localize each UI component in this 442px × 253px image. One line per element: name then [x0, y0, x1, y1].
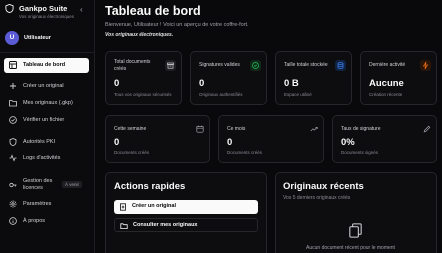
sidebar-item-label: À propos: [23, 218, 46, 224]
stat-value: 0: [227, 137, 233, 148]
stat-label: Taux de signature: [341, 126, 381, 132]
sidebar-item-settings[interactable]: Paramètres: [4, 197, 89, 212]
check-circle-icon: [250, 60, 261, 71]
sidebar-item-pki[interactable]: Autorités PKI: [4, 135, 89, 150]
stat-label: Cette semaine: [114, 126, 147, 132]
sidebar-item-dashboard[interactable]: Tableau de bord: [4, 58, 89, 73]
calendar-icon: [196, 125, 204, 133]
folder-icon: [120, 223, 128, 229]
stat-description: Tous vos originaux sécurisés: [114, 92, 172, 97]
sidebar-item-label: Tableau de bord: [23, 62, 66, 68]
check-circle-icon: [9, 116, 17, 124]
archive-icon: [165, 60, 176, 71]
stat-description: Création récente: [369, 92, 403, 97]
gear-icon: [9, 200, 17, 208]
stat-card-last-activity: Dernière activité Aucune Création récent…: [360, 51, 437, 105]
sidebar-item-label: Logs d'activités: [23, 155, 61, 161]
brand-title: Gankpo Suite: [19, 4, 68, 13]
avatar: U: [5, 31, 19, 45]
sidebar-item-licenses[interactable]: Gestion des licences À venir: [4, 176, 89, 194]
create-original-button[interactable]: Créer un original: [114, 200, 258, 214]
coming-soon-badge: À venir: [62, 181, 83, 188]
stat-label: Total documents créés: [114, 59, 151, 72]
sidebar-item-logs[interactable]: Logs d'activités: [4, 151, 89, 166]
document-plus-icon: [120, 203, 126, 211]
stat-description: Documents signés: [341, 150, 379, 155]
sidebar-item-label: Mes originaux (.gkp): [23, 100, 73, 106]
recent-originals-title: Originaux récents: [283, 181, 364, 192]
stat-description: Documents créés: [114, 150, 150, 155]
sidebar-item-label: Gestion des licences: [23, 178, 53, 191]
button-label: Consulter mes originaux: [133, 222, 198, 228]
stat-value: 0 B: [284, 78, 299, 89]
shield-icon: [9, 138, 17, 146]
sidebar: Gankpo Suite Vos originaux électroniques…: [0, 0, 95, 253]
dashboard-icon: [9, 61, 17, 69]
sidebar-item-originals[interactable]: Mes originaux (.gkp): [4, 96, 89, 111]
stat-card-total-documents: Total documents créés 0 Tous vos origina…: [105, 51, 182, 105]
stat-card-this-month: Ce mois 0 Documents créés: [218, 115, 324, 163]
page-title: Tableau de bord: [105, 4, 201, 18]
welcome-text: Bienvenue, Utilisateur ! Voici un aperçu…: [105, 22, 249, 28]
stat-card-signature-rate: Taux de signature 0% Documents signés: [332, 115, 437, 163]
stat-description: Originaux authentifiés: [199, 92, 243, 97]
stat-label: Ce mois: [227, 126, 246, 132]
sidebar-item-verify[interactable]: Vérifier un fichier: [4, 113, 89, 128]
quick-actions-title: Actions rapides: [114, 181, 186, 192]
stat-value: 0%: [341, 137, 355, 148]
collapse-sidebar-icon[interactable]: ‹: [80, 5, 83, 14]
documents-icon: [349, 223, 362, 238]
divider: [0, 52, 95, 53]
stat-description: Espace utilisé: [284, 92, 312, 97]
stat-value: 0: [114, 137, 120, 148]
stat-card-total-size: Taille totale stockée 0 B Espace utilisé: [275, 51, 352, 105]
sidebar-item-about[interactable]: À propos: [4, 214, 89, 229]
stat-label: Taille totale stockée: [284, 62, 328, 68]
shield-logo-icon: [5, 4, 14, 13]
lightning-icon: [420, 60, 431, 71]
stat-description: Documents créés: [227, 150, 263, 155]
view-originals-button[interactable]: Consulter mes originaux: [114, 218, 258, 232]
tagline: Vos originaux électroniques.: [105, 32, 174, 38]
info-icon: [9, 217, 17, 225]
empty-state-text: Aucun document récent pour le moment: [306, 245, 395, 251]
activity-icon: [9, 154, 17, 162]
brand-subtitle: Vos originaux électroniques: [19, 14, 75, 19]
sidebar-item-create[interactable]: Créer un original: [4, 79, 89, 94]
stat-label: Dernière activité: [369, 62, 406, 68]
signature-icon: [423, 125, 431, 133]
trend-up-icon: [310, 126, 318, 132]
sidebar-item-label: Autorités PKI: [23, 139, 56, 145]
plus-icon: [10, 83, 16, 89]
sidebar-item-label: Créer un original: [23, 83, 64, 89]
stat-card-valid-signatures: Signatures valides 0 Originaux authentif…: [190, 51, 267, 105]
folder-icon: [9, 100, 17, 107]
button-label: Créer un original: [132, 203, 177, 209]
stat-value: 0: [114, 78, 120, 89]
stat-value: 0: [199, 78, 205, 89]
recent-originals-subtitle: Vos 5 derniers originaux créés: [283, 195, 351, 201]
stat-value: Aucune: [369, 78, 404, 89]
sidebar-item-label: Paramètres: [23, 201, 52, 207]
key-icon: [9, 182, 17, 188]
stat-label: Signatures valides: [199, 62, 240, 68]
sidebar-item-label: Vérifier un fichier: [23, 117, 65, 123]
stat-card-this-week: Cette semaine 0 Documents créés: [105, 115, 210, 163]
user-name: Utilisateur: [24, 35, 51, 41]
database-icon: [335, 60, 346, 71]
